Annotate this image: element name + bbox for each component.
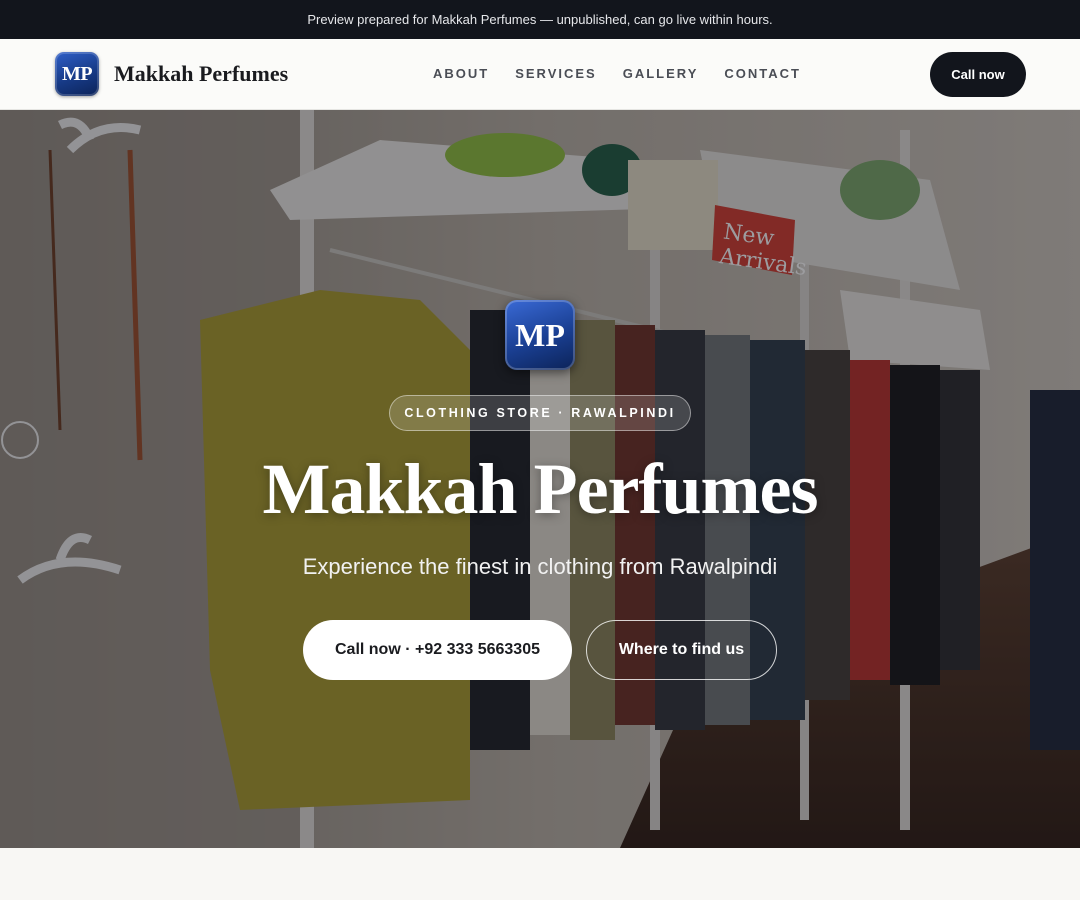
header-call-button[interactable]: Call now: [930, 52, 1026, 97]
nav-contact[interactable]: CONTACT: [724, 66, 801, 81]
brand-name[interactable]: Makkah Perfumes: [114, 61, 288, 87]
hero-section: New Arrivals MP CLOTHING STORE · RAWALPI…: [0, 110, 1080, 848]
brand-logo[interactable]: MP: [55, 52, 99, 96]
hero-subtitle: Experience the finest in clothing from R…: [302, 554, 778, 579]
nav-gallery[interactable]: GALLERY: [623, 66, 699, 81]
call-now-phone-button[interactable]: Call now · +92 333 5663305: [303, 620, 572, 680]
hero-title: Makkah Perfumes: [262, 449, 819, 529]
main-nav: ABOUT SERVICES GALLERY CONTACT: [433, 66, 801, 81]
announcement-bar: Preview prepared for Makkah Perfumes — u…: [0, 0, 1080, 39]
announcement-text: Preview prepared for Makkah Perfumes — u…: [307, 12, 773, 27]
nav-about[interactable]: ABOUT: [433, 66, 489, 81]
where-to-find-us-button[interactable]: Where to find us: [586, 620, 777, 680]
category-badge: CLOTHING STORE · RAWALPINDI: [389, 395, 691, 431]
hero-logo: MP: [505, 300, 575, 370]
brand[interactable]: MP Makkah Perfumes: [55, 52, 288, 96]
nav-services[interactable]: SERVICES: [515, 66, 597, 81]
site-header: MP Makkah Perfumes ABOUT SERVICES GALLER…: [0, 39, 1080, 110]
